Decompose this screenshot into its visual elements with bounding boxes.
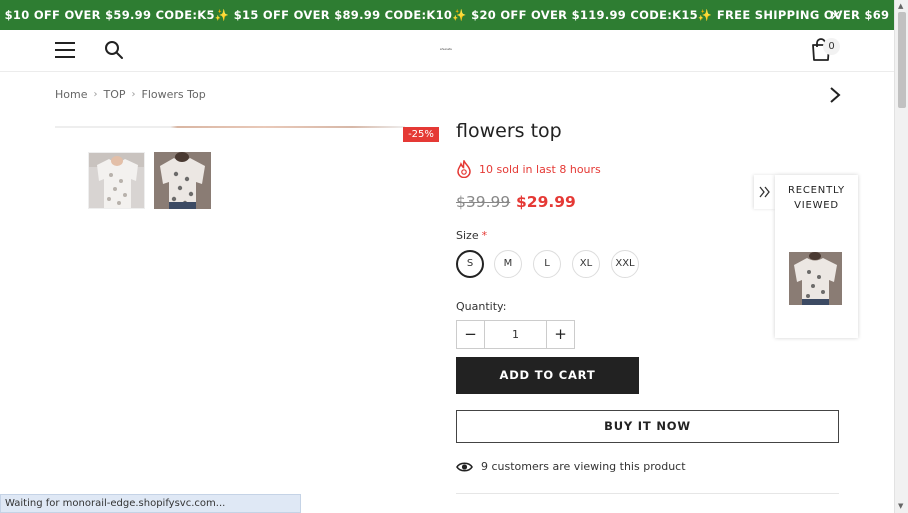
chevron-right-icon: ›	[93, 89, 98, 100]
quantity-input[interactable]: 1	[484, 321, 547, 348]
site-logo[interactable]: shunets	[440, 47, 452, 51]
breadcrumb-home[interactable]: Home	[55, 88, 87, 101]
sale-price: $29.99	[516, 193, 576, 211]
quantity-decrease-button[interactable]: −	[457, 321, 484, 348]
eye-icon	[456, 461, 473, 472]
recently-viewed-title-line2: VIEWED	[794, 200, 839, 211]
scroll-up-arrow-icon[interactable]: ▲	[898, 2, 903, 10]
quantity-label: Quantity:	[456, 300, 507, 313]
page-scrollbar[interactable]: ▲ ▼	[894, 0, 908, 513]
original-price: $39.99	[456, 193, 511, 211]
recently-viewed-toggle[interactable]	[754, 175, 776, 209]
size-option-xl[interactable]: XL	[572, 250, 600, 278]
size-option-s[interactable]: S	[456, 250, 484, 278]
size-label-text: Size	[456, 229, 479, 242]
breadcrumb-top[interactable]: TOP	[103, 88, 125, 101]
cart-count-badge: 0	[823, 38, 840, 55]
site-header: shunets 0	[0, 30, 894, 72]
recently-viewed-panel: RECENTLY VIEWED	[775, 175, 858, 338]
sold-text: 10 sold in last 8 hours	[479, 162, 601, 176]
buy-it-now-button[interactable]: BUY IT NOW	[456, 410, 839, 443]
browser-status-bar: Waiting for monorail-edge.shopifysvc.com…	[0, 494, 301, 513]
product-title: flowers top	[456, 120, 562, 142]
viewing-count: 9 customers are viewing this product	[456, 460, 686, 473]
chevron-right-icon: ›	[131, 89, 136, 100]
recently-viewed-title: RECENTLY VIEWED	[775, 183, 858, 213]
quantity-increase-button[interactable]: +	[547, 321, 574, 348]
breadcrumb: Home › TOP › Flowers Top	[55, 88, 206, 101]
required-asterisk: *	[481, 229, 488, 242]
flame-icon	[457, 160, 471, 178]
section-divider	[456, 493, 839, 494]
double-chevron-right-icon	[759, 186, 770, 198]
scroll-down-arrow-icon[interactable]: ▼	[898, 502, 903, 510]
scrollbar-thumb[interactable]	[898, 12, 906, 108]
announcement-text: $10 OFF OVER $59.99 CODE:K5✨ $15 OFF OVE…	[4, 8, 890, 22]
thumbnail-image-2[interactable]	[154, 152, 211, 209]
next-product-arrow-icon[interactable]	[828, 85, 842, 105]
main-product-image[interactable]	[55, 126, 405, 128]
size-option-xxl[interactable]: XXL	[611, 250, 639, 278]
size-option-m[interactable]: M	[494, 250, 522, 278]
discount-badge: -25%	[403, 127, 439, 142]
thumbnail-image-1[interactable]	[88, 152, 145, 209]
viewing-text: 9 customers are viewing this product	[481, 460, 686, 473]
hamburger-icon[interactable]	[55, 42, 75, 58]
recently-viewed-title-line1: RECENTLY	[788, 185, 845, 196]
quantity-stepper: − 1 +	[456, 320, 575, 349]
close-icon[interactable]: ×	[829, 6, 842, 24]
search-icon[interactable]	[104, 40, 124, 60]
add-to-cart-button[interactable]: ADD TO CART	[456, 357, 639, 394]
recently-viewed-product-image[interactable]	[789, 252, 842, 305]
breadcrumb-current: Flowers Top	[141, 88, 206, 101]
size-label: Size *	[456, 229, 487, 242]
sold-count: 10 sold in last 8 hours	[456, 160, 601, 178]
announcement-bar: $10 OFF OVER $59.99 CODE:K5✨ $15 OFF OVE…	[0, 0, 894, 30]
size-option-l[interactable]: L	[533, 250, 561, 278]
